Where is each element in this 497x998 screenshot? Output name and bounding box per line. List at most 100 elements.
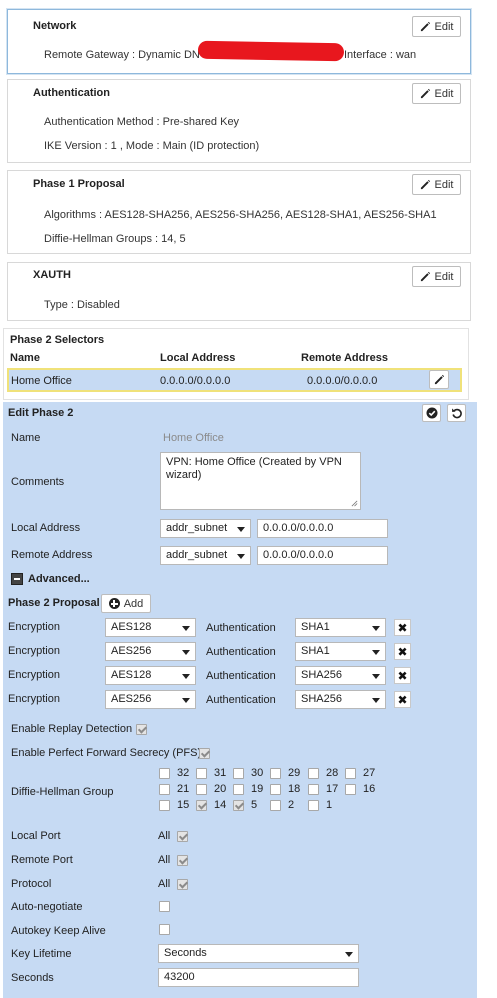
local-address-label: Local Address xyxy=(11,522,81,534)
protocol-all-checkbox[interactable] xyxy=(177,879,188,890)
dh-group-29-checkbox[interactable] xyxy=(270,768,281,779)
name-value: Home Office xyxy=(163,432,224,444)
pencil-icon xyxy=(420,88,430,99)
remote-port-all-checkbox[interactable] xyxy=(177,855,188,866)
redaction-mark xyxy=(197,40,345,62)
dh-group-27-checkbox[interactable] xyxy=(345,768,356,779)
dh-group-2-label: 2 xyxy=(288,799,295,811)
pencil-icon xyxy=(420,179,430,190)
column-header-remote-address: Remote Address xyxy=(301,352,389,364)
interface-text: Interface : wan xyxy=(344,49,417,61)
authentication-label: Authentication xyxy=(206,622,276,634)
dh-group-20-checkbox[interactable] xyxy=(196,784,207,795)
xauth-card: XAUTH Edit Type : Disabled xyxy=(7,262,471,321)
replay-detection-checkbox[interactable] xyxy=(136,724,147,735)
pencil-icon xyxy=(420,21,430,32)
undo-icon xyxy=(451,408,462,419)
edit-phase2-title: Edit Phase 2 xyxy=(8,407,74,419)
network-edit-button[interactable]: Edit xyxy=(412,16,461,37)
authentication-title: Authentication xyxy=(33,87,110,99)
phase1-title: Phase 1 Proposal xyxy=(33,178,125,190)
authentication-select[interactable]: SHA1 xyxy=(295,642,386,661)
caret-down-icon xyxy=(372,698,380,703)
dh-group-28-checkbox[interactable] xyxy=(308,768,319,779)
row-local-address: 0.0.0.0/0.0.0.0 xyxy=(160,375,231,387)
encryption-select[interactable]: AES128 xyxy=(105,618,196,637)
pfs-checkbox[interactable] xyxy=(199,748,210,759)
dh-group-5-checkbox[interactable] xyxy=(233,800,244,811)
authentication-value: SHA256 xyxy=(301,693,342,705)
plus-circle-icon xyxy=(108,598,120,609)
dh-group-15-label: 15 xyxy=(177,799,190,811)
key-lifetime-select[interactable]: Seconds xyxy=(158,944,359,963)
encryption-select[interactable]: AES128 xyxy=(105,666,196,685)
dh-group-30-label: 30 xyxy=(251,767,264,779)
comments-text: VPN: Home Office (Created by VPN wizard) xyxy=(166,456,342,481)
remote-address-type-select[interactable]: addr_subnet xyxy=(160,546,251,565)
add-proposal-label: Add xyxy=(123,597,144,610)
authentication-select[interactable]: SHA256 xyxy=(295,690,386,709)
dh-group-16-checkbox[interactable] xyxy=(345,784,356,795)
phase1-dh-text: Diffie-Hellman Groups : 14, 5 xyxy=(44,233,186,245)
dh-group-21-checkbox[interactable] xyxy=(159,784,170,795)
dh-group-30-checkbox[interactable] xyxy=(233,768,244,779)
remote-address-input[interactable]: 0.0.0.0/0.0.0.0 xyxy=(257,546,388,565)
key-lifetime-value: Seconds xyxy=(164,947,207,959)
local-port-all-checkbox[interactable] xyxy=(177,831,188,842)
table-row[interactable]: Home Office 0.0.0.0/0.0.0.0 0.0.0.0/0.0.… xyxy=(7,368,462,392)
close-icon: ✖ xyxy=(397,644,408,659)
dh-group-19-checkbox[interactable] xyxy=(233,784,244,795)
dh-group-31-label: 31 xyxy=(214,767,227,779)
authentication-label: Authentication xyxy=(206,694,276,706)
resize-handle-icon[interactable] xyxy=(351,500,358,507)
phase1-edit-button[interactable]: Edit xyxy=(412,174,461,195)
dh-group-14-checkbox[interactable] xyxy=(196,800,207,811)
row-remote-address: 0.0.0.0/0.0.0.0 xyxy=(307,375,378,387)
apply-button[interactable] xyxy=(422,404,441,422)
remove-proposal-button[interactable]: ✖ xyxy=(394,619,411,636)
authentication-select[interactable]: SHA256 xyxy=(295,666,386,685)
remote-address-label: Remote Address xyxy=(11,549,93,561)
local-address-type-value: addr_subnet xyxy=(166,522,228,534)
dh-group-15-checkbox[interactable] xyxy=(159,800,170,811)
dh-group-27-label: 27 xyxy=(363,767,376,779)
dh-group-17-checkbox[interactable] xyxy=(308,784,319,795)
remove-proposal-button[interactable]: ✖ xyxy=(394,643,411,660)
dh-group-32-checkbox[interactable] xyxy=(159,768,170,779)
dh-group-1-checkbox[interactable] xyxy=(308,800,319,811)
dh-group-16-label: 16 xyxy=(363,783,376,795)
keepalive-checkbox[interactable] xyxy=(159,924,170,935)
xauth-edit-button[interactable]: Edit xyxy=(412,266,461,287)
dh-group-2-checkbox[interactable] xyxy=(270,800,281,811)
remove-proposal-button[interactable]: ✖ xyxy=(394,691,411,708)
seconds-input[interactable]: 43200 xyxy=(158,968,359,987)
dh-group-18-checkbox[interactable] xyxy=(270,784,281,795)
remove-proposal-button[interactable]: ✖ xyxy=(394,667,411,684)
dh-group-28-label: 28 xyxy=(326,767,339,779)
collapse-advanced-icon[interactable] xyxy=(11,573,23,585)
dh-group-31-checkbox[interactable] xyxy=(196,768,207,779)
add-proposal-button[interactable]: Add xyxy=(101,594,151,613)
ike-version-text: IKE Version : 1 , Mode : Main (ID protec… xyxy=(44,140,260,152)
row-edit-button[interactable] xyxy=(429,370,449,389)
autonegotiate-checkbox[interactable] xyxy=(159,901,170,912)
local-address-input[interactable]: 0.0.0.0/0.0.0.0 xyxy=(257,519,388,538)
dh-group-14-label: 14 xyxy=(214,799,227,811)
authentication-label: Authentication xyxy=(206,670,276,682)
authentication-select[interactable]: SHA1 xyxy=(295,618,386,637)
caret-down-icon xyxy=(182,626,190,631)
undo-button[interactable] xyxy=(447,404,466,422)
remote-gateway-text: Remote Gateway : Dynamic DN xyxy=(44,49,200,61)
advanced-toggle[interactable]: Advanced... xyxy=(28,573,90,585)
caret-down-icon xyxy=(182,650,190,655)
comments-field[interactable]: VPN: Home Office (Created by VPN wizard) xyxy=(160,452,361,510)
dh-group-32-label: 32 xyxy=(177,767,190,779)
authentication-edit-button[interactable]: Edit xyxy=(412,83,461,104)
close-icon: ✖ xyxy=(397,668,408,683)
local-port-value: All xyxy=(158,830,171,842)
encryption-select[interactable]: AES256 xyxy=(105,690,196,709)
authentication-card: Authentication Edit Authentication Metho… xyxy=(7,79,471,163)
dh-group-1-label: 1 xyxy=(326,799,333,811)
local-address-type-select[interactable]: addr_subnet xyxy=(160,519,251,538)
encryption-select[interactable]: AES256 xyxy=(105,642,196,661)
